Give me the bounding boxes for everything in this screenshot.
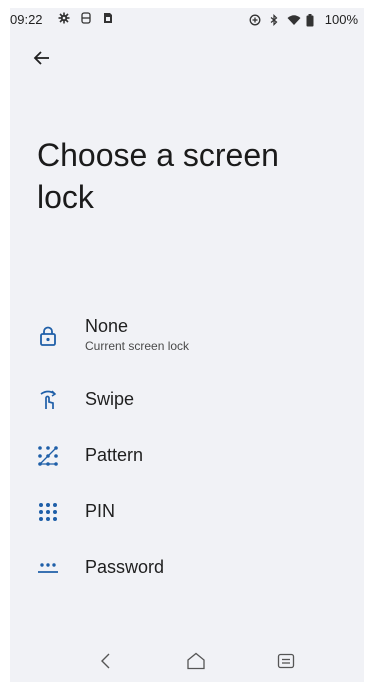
status-right-icons: 100%	[249, 12, 358, 27]
page-title: Choose a screen lock	[37, 137, 279, 215]
option-swipe[interactable]: Swipe	[10, 388, 364, 438]
data-saver-icon	[249, 14, 261, 26]
device-frame: 09:22 100% Choose a screen lock None Cur…	[0, 0, 366, 682]
back-button[interactable]	[30, 48, 54, 72]
screen: 09:22 100% Choose a screen lock None Cur…	[10, 8, 364, 644]
bluetooth-icon	[268, 13, 280, 26]
option-label: PIN	[85, 501, 116, 521]
wifi-icon	[287, 14, 301, 26]
sync-icon	[80, 12, 92, 24]
battery-percent: 100%	[324, 12, 358, 27]
option-label: None	[85, 316, 129, 336]
option-pin[interactable]: PIN	[10, 500, 364, 550]
nav-recents-button[interactable]	[274, 651, 298, 675]
option-pattern[interactable]: Pattern	[10, 444, 364, 494]
status-time: 09:22	[10, 12, 43, 27]
option-password[interactable]: Password	[10, 556, 364, 606]
arrow-left-icon	[33, 49, 51, 72]
lock-open-icon	[36, 324, 60, 348]
nav-recents-icon	[277, 653, 295, 674]
nav-back-icon	[100, 653, 112, 674]
option-label: Pattern	[85, 445, 144, 465]
option-sublabel: Current screen lock	[85, 339, 190, 353]
battery-icon	[306, 13, 318, 26]
option-label: Swipe	[85, 389, 135, 409]
option-label: Password	[85, 557, 165, 577]
option-pattern-text: Pattern	[85, 445, 143, 466]
nav-home-icon	[186, 652, 206, 675]
nav-home-button[interactable]	[184, 651, 208, 675]
status-left-icons	[58, 12, 114, 24]
pattern-icon	[36, 444, 60, 468]
option-swipe-text: Swipe	[85, 389, 134, 410]
nav-back-button[interactable]	[94, 651, 118, 675]
option-none[interactable]: None Current screen lock	[10, 316, 364, 366]
option-none-text: None Current screen lock	[85, 316, 189, 353]
settings-icon	[58, 12, 70, 24]
password-icon	[36, 556, 60, 580]
swipe-icon	[36, 388, 60, 412]
option-password-text: Password	[85, 557, 164, 578]
status-bar: 09:22 100%	[10, 8, 364, 32]
sim-icon	[102, 12, 114, 24]
pin-icon	[36, 500, 60, 524]
option-pin-text: PIN	[85, 501, 115, 522]
navigation-bar	[10, 644, 364, 682]
